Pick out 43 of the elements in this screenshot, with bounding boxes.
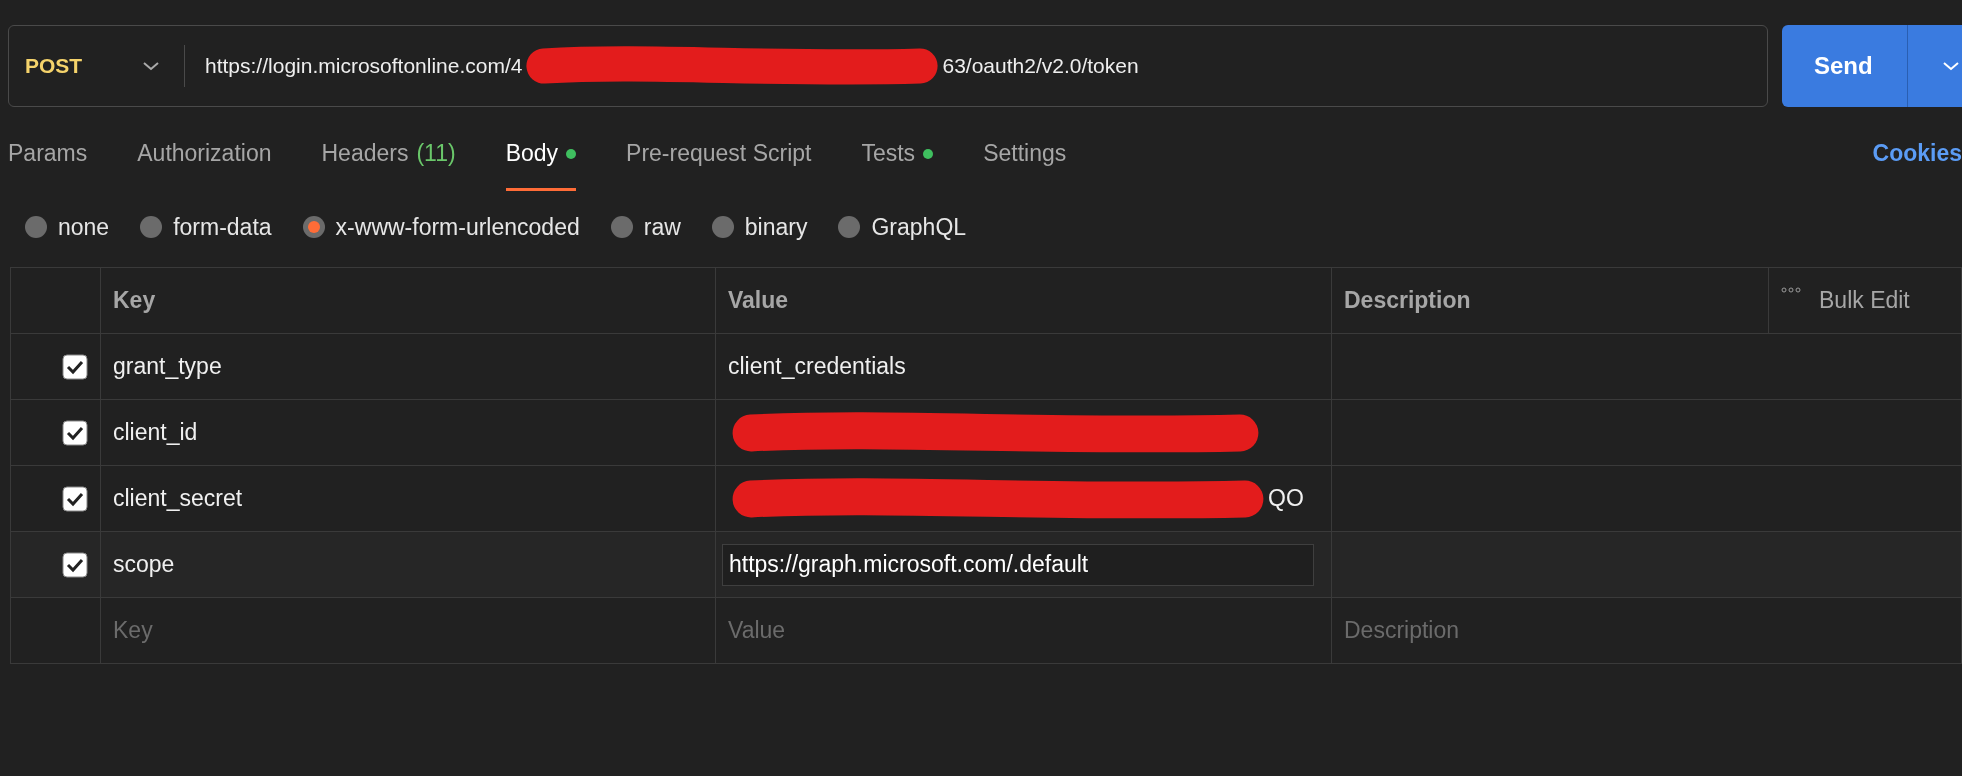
checkbox[interactable] (62, 551, 88, 578)
radio-button[interactable] (609, 215, 634, 239)
radio-button[interactable] (301, 215, 326, 239)
radio-button[interactable] (710, 215, 735, 239)
count-text: (11) (416, 140, 456, 167)
bulk-edit-link[interactable]: Bulk Edit (1819, 287, 1910, 314)
tab[interactable]: Pre-request Script (626, 119, 812, 191)
key-text: client_id (113, 419, 198, 446)
chevron-down-icon (1941, 61, 1960, 71)
key-text: client_secret (113, 485, 243, 512)
cookies-link[interactable]: Cookies (1872, 140, 1962, 167)
url-text[interactable]: 63/oauth2/v2.0/token (942, 54, 1139, 78)
key-text: grant_type (113, 353, 222, 380)
tab[interactable]: Settings (983, 119, 1067, 191)
value-text: QO (1268, 485, 1304, 512)
radio-label[interactable]: binary (744, 213, 808, 241)
radio-button[interactable] (837, 215, 862, 239)
value-field[interactable]: https://graph.microsoft.com/.default (722, 543, 1314, 586)
radio-label[interactable]: form-data (173, 213, 272, 241)
checkbox[interactable] (62, 485, 88, 512)
radio-label[interactable]: GraphQL (871, 213, 967, 241)
url-text[interactable]: https://login.microsoftonline.com/4 (205, 54, 523, 78)
checkbox[interactable] (62, 353, 88, 380)
column-header: Key (113, 287, 156, 314)
chevron-down-icon (142, 61, 160, 71)
radio-button[interactable] (139, 215, 164, 239)
radio-button[interactable] (24, 215, 48, 239)
column-header: Value (728, 287, 789, 314)
tab[interactable]: Params (8, 119, 88, 191)
tab[interactable]: Body (505, 119, 577, 191)
radio-label[interactable]: none (58, 213, 110, 241)
send-button[interactable]: Send (1782, 25, 1962, 107)
method-dropdown[interactable]: POST (9, 45, 185, 87)
column-header: Description (1344, 287, 1471, 314)
tab[interactable]: Headers (11) (321, 119, 456, 191)
tab[interactable]: Authorization (137, 119, 272, 191)
key-text: scope (113, 551, 175, 578)
checkbox[interactable] (62, 419, 88, 446)
radio-label[interactable]: x-www-form-urlencoded (335, 213, 580, 241)
more-icon[interactable] (1781, 287, 1801, 293)
value-text: client_credentials (728, 353, 906, 380)
tab[interactable]: Tests (861, 119, 934, 191)
radio-label[interactable]: raw (643, 213, 681, 241)
